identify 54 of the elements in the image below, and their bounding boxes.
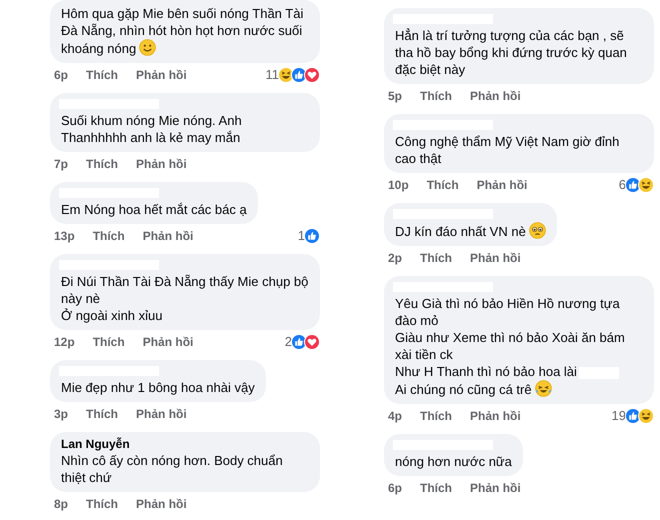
- comment-text: Ai chúng nó cũng cá trê: [395, 380, 643, 398]
- comment-time: 7p: [54, 156, 68, 172]
- reply-link[interactable]: Phản hồi: [136, 406, 187, 422]
- reply-link[interactable]: Phản hồi: [142, 334, 194, 350]
- comment-text: DJ kín đáo nhất VN nè: [395, 222, 546, 240]
- reply-link[interactable]: Phản hồi: [136, 67, 187, 83]
- reply-link[interactable]: Phản hồi: [470, 88, 521, 104]
- comment-text: Công nghệ thẩm Mỹ Việt Nam giờ đỉnh cao thật: [395, 133, 620, 167]
- comment-time: 3p: [54, 406, 68, 422]
- comment-time: 2p: [388, 250, 402, 266]
- comment-text: Mie đẹp như 1 bông hoa nhài vậy: [61, 379, 255, 396]
- comment-text: Hẳn là trí tưởng tượng của các bạn , sẽ tha hồ bay bổng khi đứng trước kỳ quan đặc biệt này: [395, 27, 628, 78]
- comment-text: Hôm qua gặp Mie bên suối nóng Thần Tài Đà Nẵng, nhìn hót hòn họt hơn nước suối khoáng nóng: [61, 5, 304, 57]
- comment-time: 13p: [54, 228, 75, 244]
- comment-time: 10p: [388, 177, 409, 193]
- comment-text: Đi Núi Thần Tài Đà Nẵng thấy Mie chụp bộ này nè: [61, 273, 309, 307]
- like-link[interactable]: Thích: [426, 177, 459, 193]
- like-link[interactable]: Thích: [420, 250, 452, 266]
- like-link[interactable]: Thích: [86, 496, 118, 512]
- comment-time: 12p: [54, 334, 75, 350]
- comment-author[interactable]: Lan Nguyễn: [61, 437, 309, 452]
- reply-link[interactable]: Phản hồi: [142, 228, 194, 244]
- comment-text: Suối khum nóng Mie nóng. Anh Thanhhhhh anh là kẻ may mắn: [61, 112, 243, 146]
- reply-link[interactable]: Phản hồi: [470, 250, 521, 266]
- reply-link[interactable]: Phản hồi: [476, 177, 528, 193]
- reply-link[interactable]: Phản hồi: [136, 496, 187, 512]
- comment-time: 5p: [388, 88, 402, 104]
- comment-time: 6p: [54, 67, 68, 83]
- like-link[interactable]: Thích: [86, 156, 118, 172]
- comment-time: 4p: [388, 408, 402, 424]
- comment-text: nóng hơn nước nữa: [395, 453, 512, 470]
- comment-text: Giàu như Xeme thì nó bảo Xoài ăn bám xài tiền ck: [395, 329, 626, 363]
- comment-text: Em Nóng hoa hết mắt các bác ạ: [61, 201, 247, 218]
- reaction-count: 1: [298, 228, 305, 244]
- comment-time: 8p: [54, 496, 68, 512]
- reply-link[interactable]: Phản hồi: [470, 408, 521, 424]
- like-link[interactable]: Thích: [92, 334, 125, 350]
- comment-time: 6p: [388, 480, 402, 496]
- like-link[interactable]: Thích: [420, 408, 452, 424]
- comment-text: Yêu Già thì nó bảo Hiền Hồ nương tựa đào mỏ: [395, 295, 621, 329]
- like-link[interactable]: Thích: [92, 228, 125, 244]
- comment-text: Nhìn cô ấy còn nóng hơn. Body chuẩn thiệt chứ: [61, 452, 284, 486]
- reaction-count: 2: [284, 334, 292, 350]
- comment-text: Ở ngoài xinh xỉuu: [61, 307, 164, 324]
- reaction-count: 19: [612, 408, 626, 424]
- comment-text: Như H Thanh thì nó bảo hoa lài: [395, 363, 643, 380]
- like-link[interactable]: Thích: [420, 480, 452, 496]
- reply-link[interactable]: Phản hồi: [136, 156, 187, 172]
- reaction-count: 6: [618, 177, 626, 193]
- like-link[interactable]: Thích: [420, 88, 452, 104]
- like-link[interactable]: Thích: [86, 406, 118, 422]
- reaction-count: 11: [266, 67, 279, 83]
- like-link[interactable]: Thích: [86, 67, 118, 83]
- reply-link[interactable]: Phản hồi: [470, 480, 521, 496]
